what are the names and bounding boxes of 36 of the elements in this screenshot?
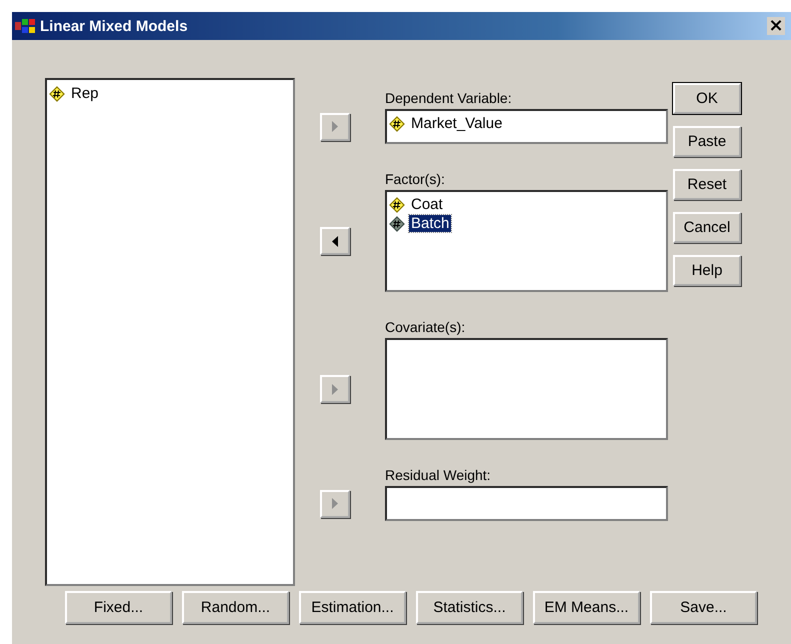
box-label: Factor(s): [385,171,446,187]
box-label: Residual Weight: [385,467,492,483]
variable-list[interactable]: Rep [45,78,295,586]
variable-item[interactable]: Coat [409,196,445,213]
dialog-button[interactable]: Estimation... [299,591,406,624]
variable-field[interactable]: Market_Value [385,109,668,144]
scale-variable-icon [389,196,405,212]
scale-variable-icon [49,86,65,102]
triangle-arrow-icon [332,384,338,394]
scale-variable-icon [389,116,405,132]
variable-item[interactable]: Rep [69,85,101,102]
close-button[interactable]: × [767,17,785,35]
dialog-button[interactable]: Paste [673,126,741,157]
dialog-button[interactable]: EM Means... [533,591,640,624]
box-label: Dependent Variable: [385,90,513,106]
variable-item[interactable]: Batch [409,215,452,232]
dialog-button[interactable]: Statistics... [416,591,523,624]
variable-list[interactable] [385,338,668,440]
dialog-button[interactable]: Random... [182,591,289,624]
variable-field[interactable] [385,486,668,521]
dialog-button[interactable]: OK [673,83,741,114]
variable-item[interactable]: Market_Value [409,115,504,132]
triangle-arrow-icon [332,236,338,246]
box-label: Covariate(s): [385,319,466,335]
scale-variable-icon [389,216,405,232]
window-title: Linear Mixed Models [40,18,189,34]
triangle-arrow-icon [332,498,338,509]
dialog-button[interactable]: Save... [650,591,757,624]
triangle-arrow-icon [332,121,338,132]
dialog-button[interactable]: Reset [673,169,741,200]
dialog-button[interactable]: Fixed... [65,591,172,624]
dialog-button[interactable]: Help [673,255,741,286]
dialog-button[interactable]: Cancel [673,212,741,243]
move-arrow-button[interactable] [320,227,350,255]
variable-list[interactable]: Coat Batch [385,190,668,292]
app-icon [14,18,36,34]
